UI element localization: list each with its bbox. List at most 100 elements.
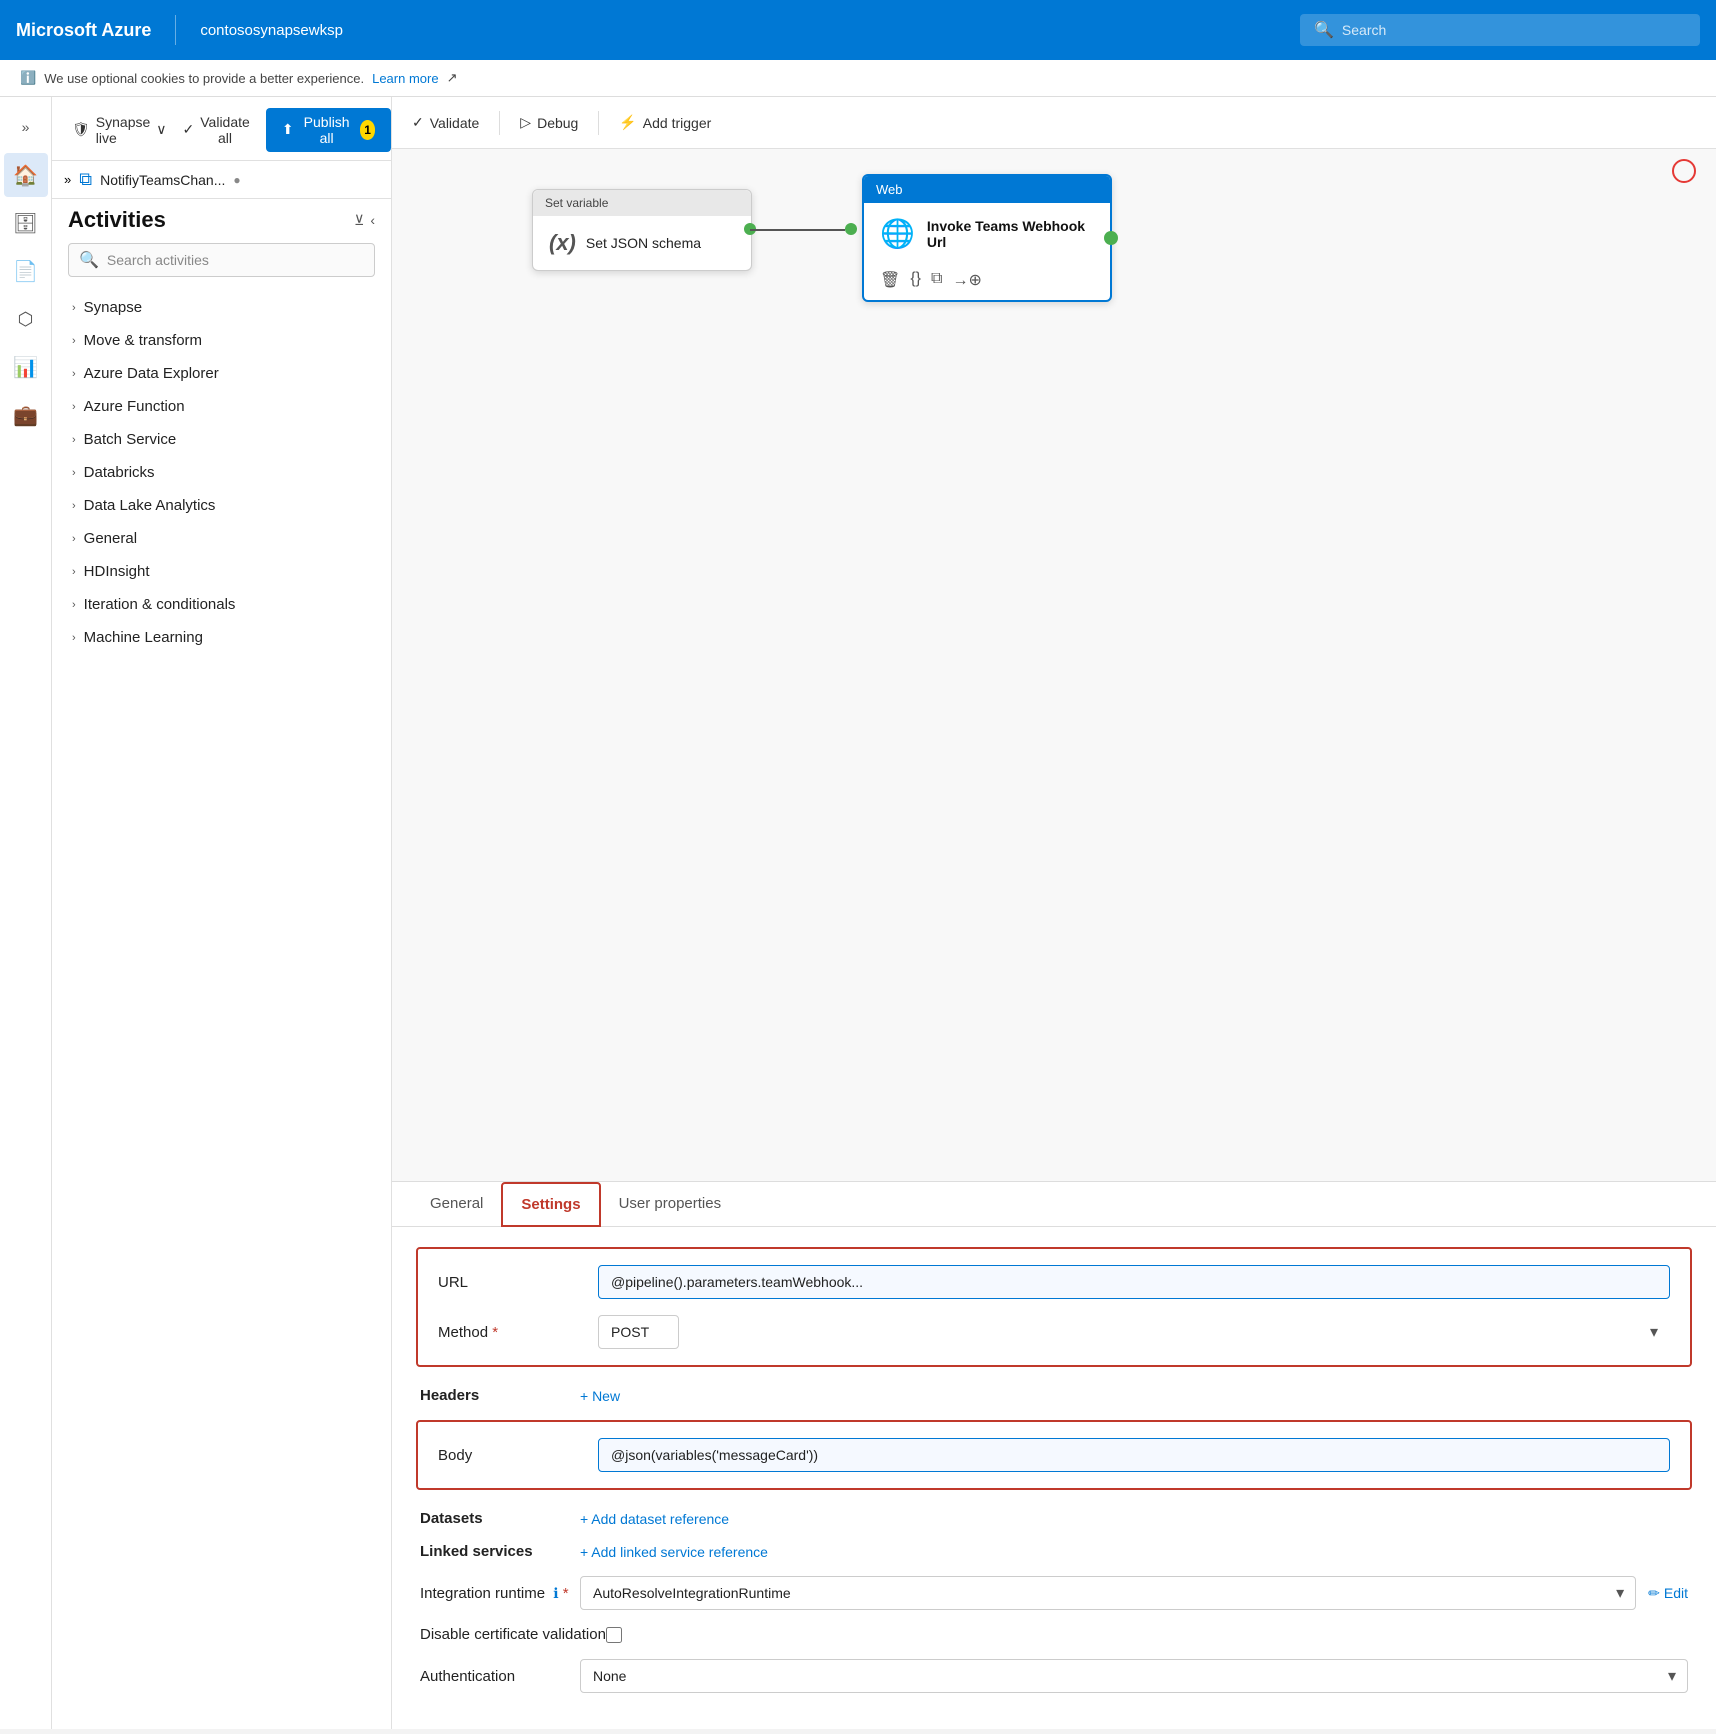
headers-label: Headers: [420, 1387, 580, 1404]
integration-runtime-select[interactable]: AutoResolveIntegrationRuntime: [580, 1576, 1636, 1610]
chevron-right-icon: ›: [72, 632, 76, 644]
group-machine-learning[interactable]: › Machine Learning: [68, 621, 375, 654]
publish-all-label: Publish all: [302, 114, 352, 146]
group-label: Azure Data Explorer: [84, 365, 219, 382]
nav-monitor[interactable]: 📊: [4, 345, 48, 389]
authentication-row: Authentication None MSI Service Principa…: [416, 1659, 1692, 1693]
group-hdinsight[interactable]: › HDInsight: [68, 555, 375, 588]
body-input[interactable]: [598, 1438, 1670, 1472]
headers-new-button[interactable]: + New: [580, 1388, 620, 1404]
info-icon: ℹ: [553, 1585, 558, 1601]
nav-develop[interactable]: ⬡: [4, 297, 48, 341]
datasets-label: Datasets: [420, 1510, 580, 1527]
web-node-actions: 🗑 {} ⧉ →⊕: [864, 264, 1110, 300]
nav-data[interactable]: 🗄: [4, 201, 48, 245]
set-variable-header: Set variable: [533, 190, 751, 216]
group-synapse[interactable]: › Synapse: [68, 291, 375, 324]
settings-tabs: General Settings User properties: [392, 1182, 1716, 1227]
edit-link[interactable]: ✏ Edit: [1648, 1585, 1688, 1602]
synapse-live-label: Synapse live: [96, 114, 150, 146]
tab-settings[interactable]: Settings: [501, 1182, 600, 1227]
url-method-group: URL Method POST GET PUT DELETE: [416, 1247, 1692, 1367]
activity-groups: › Synapse › Move & transform › Azure Dat…: [52, 291, 391, 654]
integration-runtime-label: Integration runtime ℹ *: [420, 1585, 580, 1602]
validate-icon: ✓: [412, 114, 424, 131]
authentication-label: Authentication: [420, 1668, 580, 1685]
tab-user-properties[interactable]: User properties: [601, 1183, 740, 1226]
validate-button[interactable]: ✓ Validate: [412, 114, 479, 131]
activities-search-box[interactable]: 🔍: [68, 243, 375, 277]
activities-panel: 🛡 Synapse live ∨ ✓ Validate all ⬆ Publis…: [52, 97, 392, 1729]
learn-more-link[interactable]: Learn more: [372, 71, 438, 86]
trigger-icon: ⚡: [619, 114, 636, 131]
web-node[interactable]: Web 🌐 Invoke Teams Webhook Url 🗑 {} ⧉ →⊕: [862, 174, 1112, 302]
method-select-wrapper: POST GET PUT DELETE: [598, 1315, 1670, 1349]
collapse-arrow-icon[interactable]: ‹: [370, 212, 375, 229]
validate-all-button[interactable]: ✓ Validate all: [183, 114, 250, 146]
group-azure-data-explorer[interactable]: › Azure Data Explorer: [68, 357, 375, 390]
set-variable-node[interactable]: Set variable (x) Set JSON schema: [532, 189, 752, 271]
add-linked-service-button[interactable]: + Add linked service reference: [580, 1544, 768, 1560]
cookie-text: We use optional cookies to provide a bet…: [44, 71, 364, 86]
datasets-row: Datasets + Add dataset reference: [416, 1510, 1692, 1527]
collapse-icon[interactable]: ⊻: [354, 212, 364, 229]
activities-search-input[interactable]: [107, 252, 364, 268]
body-field-group: Body: [416, 1420, 1692, 1490]
method-select[interactable]: POST GET PUT DELETE: [598, 1315, 679, 1349]
workspace-name: contososynapsewksp: [200, 22, 343, 39]
nav-integrate[interactable]: 📄: [4, 249, 48, 293]
pipeline-area: ✓ Validate ▷ Debug ⚡ Add trigger Set var…: [392, 97, 1716, 1729]
activities-header: Activities ⊻ ‹: [52, 207, 391, 243]
icon-nav: » 🏠 🗄 📄 ⬡ 📊 💼: [0, 97, 52, 1729]
disable-cert-checkbox[interactable]: [606, 1627, 622, 1643]
nav-expand[interactable]: »: [4, 105, 48, 149]
add-dataset-button[interactable]: + Add dataset reference: [580, 1511, 729, 1527]
group-label: Machine Learning: [84, 629, 203, 646]
chevron-right-icon: ›: [72, 401, 76, 413]
group-label: Batch Service: [84, 431, 177, 448]
pipeline-tab-label[interactable]: NotifiyTeamsChan...: [100, 172, 225, 188]
search-input[interactable]: [1342, 22, 1686, 38]
group-move-transform[interactable]: › Move & transform: [68, 324, 375, 357]
nav-home[interactable]: 🏠: [4, 153, 48, 197]
add-trigger-button[interactable]: ⚡ Add trigger: [619, 114, 711, 131]
method-field-row: Method POST GET PUT DELETE: [438, 1315, 1670, 1349]
group-batch-service[interactable]: › Batch Service: [68, 423, 375, 456]
linked-services-label: Linked services: [420, 1543, 580, 1560]
group-azure-function[interactable]: › Azure Function: [68, 390, 375, 423]
chevron-right-icon: ›: [72, 302, 76, 314]
authentication-select[interactable]: None MSI Service Principal: [580, 1659, 1688, 1693]
copy-icon[interactable]: ⧉: [931, 270, 942, 290]
chevron-right-icon: ›: [72, 599, 76, 611]
group-label: Synapse: [84, 299, 142, 316]
headers-row: Headers + New: [416, 1387, 1692, 1404]
web-node-title: Invoke Teams Webhook Url: [927, 218, 1094, 250]
search-bar[interactable]: 🔍: [1300, 14, 1700, 46]
group-label: Databricks: [84, 464, 155, 481]
debug-label: Debug: [537, 115, 578, 131]
group-databricks[interactable]: › Databricks: [68, 456, 375, 489]
synapse-live-chevron: ∨: [156, 121, 166, 138]
toolbar-separator: [499, 111, 500, 135]
url-input[interactable]: [598, 1265, 1670, 1299]
arrow-right-icon[interactable]: →⊕: [952, 270, 981, 290]
debug-button[interactable]: ▷ Debug: [520, 114, 578, 131]
tab-general[interactable]: General: [412, 1183, 501, 1226]
group-general[interactable]: › General: [68, 522, 375, 555]
synapse-live-button[interactable]: 🛡 Synapse live ∨: [72, 114, 167, 146]
group-label: Azure Function: [84, 398, 185, 415]
group-iteration-conditionals[interactable]: › Iteration & conditionals: [68, 588, 375, 621]
pencil-icon: ✏: [1648, 1585, 1660, 1602]
expand-icon: »: [64, 172, 71, 187]
nav-manage[interactable]: 💼: [4, 393, 48, 437]
publish-all-button[interactable]: ⬆ Publish all 1: [266, 108, 392, 152]
cookie-banner: ℹ️ We use optional cookies to provide a …: [0, 60, 1716, 97]
code-icon[interactable]: {}: [910, 270, 921, 290]
group-data-lake-analytics[interactable]: › Data Lake Analytics: [68, 489, 375, 522]
trash-icon[interactable]: 🗑: [880, 270, 900, 290]
publish-badge: 1: [360, 120, 376, 140]
web-node-header: Web: [864, 176, 1110, 203]
settings-panel: General Settings User properties URL: [392, 1181, 1716, 1729]
group-label: Move & transform: [84, 332, 202, 349]
external-link-icon: ↗: [447, 70, 458, 86]
